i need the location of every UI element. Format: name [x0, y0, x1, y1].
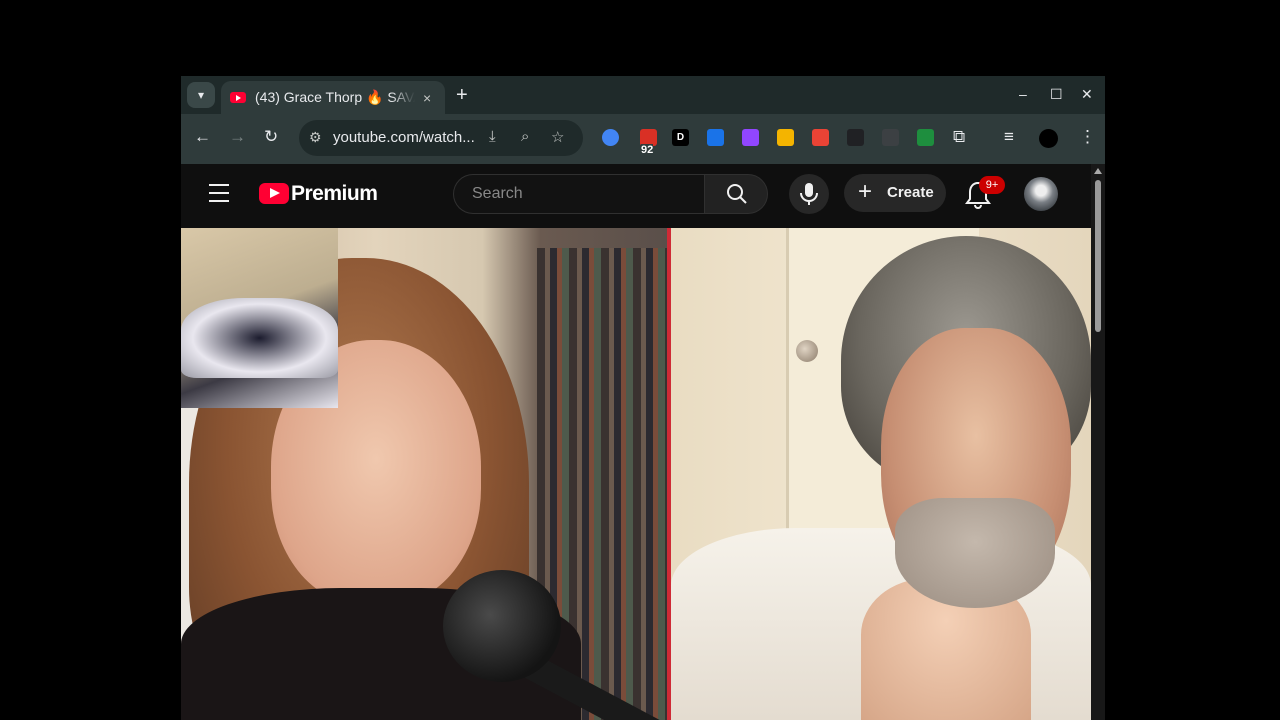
youtube-logo-text[interactable]: Premium	[291, 182, 378, 206]
d-extension-icon[interactable]: D	[672, 129, 689, 146]
multicolor-extension-icon[interactable]	[777, 129, 794, 146]
forward-icon[interactable]: →	[229, 127, 246, 147]
reload-icon[interactable]: ↻	[264, 127, 278, 147]
browser-toolbar: ← → ↻ ⚙ youtube.com/watch... ⤓ ⌕ ☆ D 92 …	[181, 114, 1105, 164]
twitch-extension-icon[interactable]	[742, 129, 759, 146]
maximize-icon[interactable]: ☐	[1050, 86, 1063, 103]
create-button[interactable]: + Create	[844, 174, 946, 212]
address-bar[interactable]: ⚙ youtube.com/watch... ⤓ ⌕ ☆	[299, 120, 583, 156]
youtube-favicon-icon	[230, 92, 246, 103]
download-arrow-extension-icon[interactable]	[847, 129, 864, 146]
video-right-participant	[671, 228, 1091, 720]
notifications-badge: 9+	[979, 176, 1005, 194]
browser-window: ▾ (43) Grace Thorp 🔥 SAVAGE × + – ☐ ✕ ← …	[181, 76, 1105, 720]
tab-close-icon[interactable]: ×	[423, 90, 431, 106]
color-picker-extension-icon[interactable]	[812, 129, 829, 146]
puzzle-extensions-icon[interactable]: ⧉	[953, 127, 965, 147]
bookmark-star-icon[interactable]: ☆	[551, 128, 564, 146]
camera-extension-icon[interactable]	[882, 129, 899, 146]
minimize-icon[interactable]: –	[1019, 86, 1027, 102]
search-button[interactable]	[704, 174, 768, 214]
zoom-icon[interactable]: ⌕	[521, 128, 529, 145]
podcast-microphone	[443, 570, 561, 682]
green-extension-icon[interactable]	[917, 129, 934, 146]
close-window-icon[interactable]: ✕	[1081, 86, 1093, 103]
page-scrollbar[interactable]	[1091, 164, 1105, 720]
hamburger-menu-icon[interactable]	[209, 184, 229, 208]
site-info-icon[interactable]: ⚙	[309, 129, 322, 146]
picture-in-picture-inset	[181, 228, 338, 408]
url-text[interactable]: youtube.com/watch...	[333, 129, 475, 146]
plus-icon: +	[858, 178, 873, 205]
chrome-colorful-icon[interactable]	[602, 129, 619, 146]
menu-kebab-icon[interactable]: ⋮	[1079, 127, 1096, 147]
profile-avatar-icon[interactable]	[1039, 129, 1058, 148]
participant-beard	[895, 498, 1055, 608]
microphone-icon	[800, 183, 818, 205]
create-label: Create	[887, 184, 934, 201]
video-left-participant	[181, 228, 669, 720]
video-player[interactable]	[181, 228, 1091, 720]
scroll-up-arrow-icon[interactable]	[1094, 168, 1102, 174]
search-input[interactable]	[470, 184, 694, 204]
download-extension-icon[interactable]	[707, 129, 724, 146]
search-icon	[727, 184, 747, 204]
tab-active[interactable]: (43) Grace Thorp 🔥 SAVAGE ×	[221, 81, 445, 114]
scrollbar-thumb[interactable]	[1095, 180, 1101, 332]
extension-badge: 92	[641, 144, 654, 156]
tab-strip: ▾ (43) Grace Thorp 🔥 SAVAGE × + – ☐ ✕	[181, 76, 1105, 114]
tab-title: (43) Grace Thorp 🔥 SAVAGE	[255, 89, 415, 105]
back-icon[interactable]: ←	[194, 127, 211, 147]
door-knob	[796, 340, 818, 362]
youtube-header: Premium + Create 9+	[181, 164, 1091, 228]
install-app-icon[interactable]: ⤓	[489, 128, 496, 145]
new-tab-icon[interactable]: +	[456, 84, 468, 106]
youtube-logo-icon[interactable]	[259, 183, 289, 204]
account-avatar[interactable]	[1024, 177, 1058, 211]
search-box[interactable]	[453, 174, 704, 214]
tab-search-chevron-icon[interactable]: ▾	[187, 82, 215, 108]
inset-scene	[181, 298, 338, 378]
voice-search-button[interactable]	[789, 174, 829, 214]
media-controls-icon[interactable]: ≡	[1004, 127, 1014, 147]
